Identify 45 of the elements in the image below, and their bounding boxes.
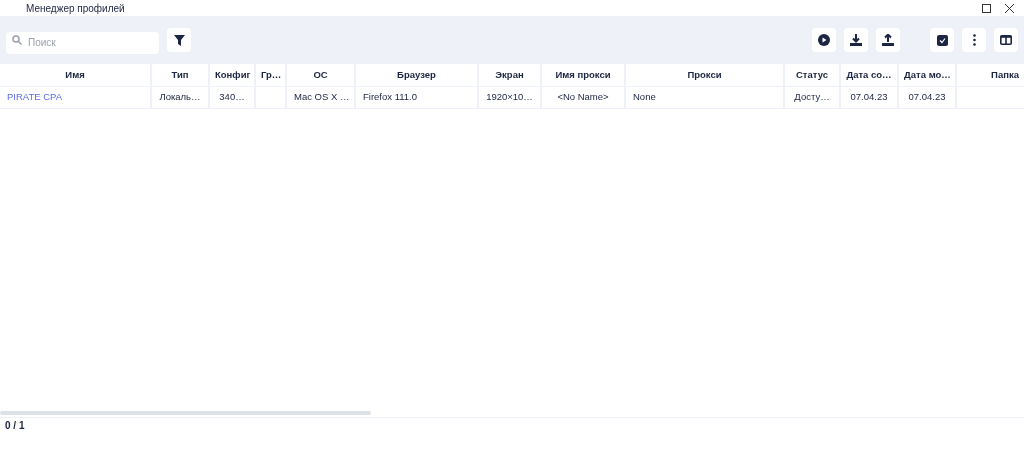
- table-cell: 07.04.23: [908, 90, 946, 102]
- column-header[interactable]: Гр…: [261, 68, 282, 80]
- table-cell: Mac OS X …: [294, 90, 350, 102]
- filter-icon: [173, 34, 185, 46]
- columns-icon: [1000, 35, 1012, 45]
- play-icon: [818, 34, 830, 46]
- profile-name-link[interactable]: PIRATE CPA: [7, 90, 63, 102]
- table-cell: None: [633, 90, 656, 102]
- columns-button[interactable]: [994, 28, 1018, 52]
- table-cell: Firefox 111.0: [363, 90, 418, 102]
- column-header[interactable]: Дата со…: [846, 68, 892, 80]
- more-icon: [972, 34, 976, 46]
- column-header[interactable]: ОС: [313, 68, 328, 80]
- checkbox-icon: [936, 34, 948, 46]
- download-icon: [850, 34, 862, 46]
- column-header[interactable]: Имя прокси: [555, 68, 611, 80]
- upload-button[interactable]: [876, 28, 900, 52]
- column-header[interactable]: Статус: [796, 68, 828, 80]
- column-header[interactable]: Имя: [65, 68, 85, 80]
- search-icon: [12, 35, 22, 45]
- table-cell: Локаль…: [159, 90, 201, 102]
- table-cell: 340…: [219, 90, 245, 102]
- table-cell: 1920×10…: [486, 90, 533, 102]
- scrollbar[interactable]: [0, 411, 371, 415]
- column-header[interactable]: Прокси: [687, 68, 722, 80]
- select-all-button[interactable]: [930, 28, 954, 52]
- table-cell: Досту…: [794, 90, 830, 102]
- column-header[interactable]: Экран: [495, 68, 524, 80]
- table-cell: 07.04.23: [850, 90, 888, 102]
- filter-button[interactable]: [167, 28, 191, 52]
- window-title: Менеджер профилей: [26, 1, 125, 16]
- more-button[interactable]: [962, 28, 986, 52]
- column-header[interactable]: Папка: [991, 68, 1019, 80]
- profile-count: 0 / 1: [5, 420, 25, 431]
- maximize-icon[interactable]: [982, 3, 991, 13]
- play-button[interactable]: [812, 28, 836, 52]
- download-button[interactable]: [844, 28, 868, 52]
- column-header[interactable]: Дата мо…: [904, 68, 951, 80]
- upload-icon: [882, 34, 894, 46]
- table-cell: <No Name>: [557, 90, 609, 102]
- column-header[interactable]: Конфиг: [215, 68, 251, 80]
- close-icon[interactable]: [1005, 3, 1014, 13]
- column-header[interactable]: Браузер: [397, 68, 436, 80]
- search-field[interactable]: Поиск: [6, 31, 159, 54]
- column-header[interactable]: Тип: [171, 68, 189, 80]
